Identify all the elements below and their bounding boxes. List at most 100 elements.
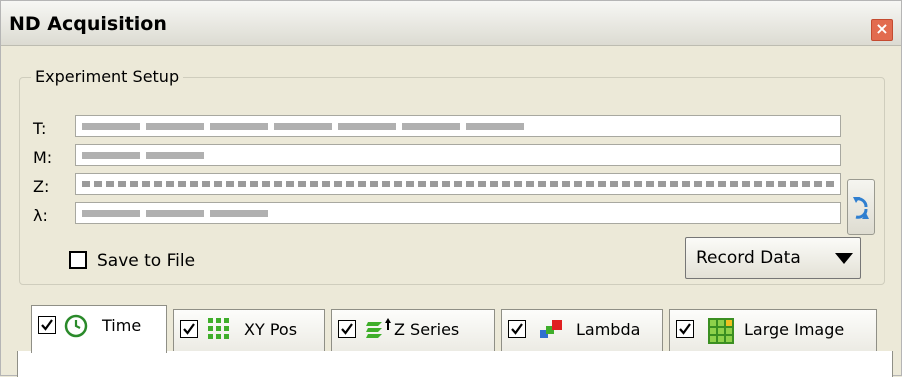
z-step	[610, 181, 618, 187]
z-track[interactable]	[75, 173, 841, 195]
z-step	[574, 181, 582, 187]
save-to-file-label: Save to File	[97, 251, 196, 271]
z-step	[250, 181, 258, 187]
close-icon: ×	[875, 19, 889, 38]
z-step	[334, 181, 342, 187]
refresh-button[interactable]	[847, 179, 875, 235]
z-step	[430, 181, 438, 187]
save-to-file-checkbox[interactable]	[69, 251, 87, 269]
z-step	[814, 181, 822, 187]
row-label-z: Z:	[33, 177, 50, 196]
z-step	[166, 181, 174, 187]
z-stack-icon	[366, 318, 391, 338]
z-step	[286, 181, 294, 187]
tab-large-image[interactable]: Large Image	[669, 309, 877, 351]
z-step	[502, 181, 510, 187]
z-step	[754, 181, 762, 187]
tab-lambda[interactable]: Lambda	[501, 309, 663, 351]
checkmark-icon	[511, 323, 523, 335]
grid-icon	[208, 318, 229, 339]
z-series-checkbox[interactable]	[338, 320, 356, 338]
refresh-icon	[853, 197, 869, 219]
m-segment	[82, 152, 140, 159]
z-step	[730, 181, 738, 187]
row-label-t: T:	[33, 119, 47, 138]
z-step	[214, 181, 222, 187]
tab-label-lambda: Lambda	[576, 320, 641, 339]
z-step	[346, 181, 354, 187]
window-title: ND Acquisition	[9, 13, 167, 35]
z-step	[442, 181, 450, 187]
z-step	[226, 181, 234, 187]
z-step	[742, 181, 750, 187]
t-segment	[82, 123, 140, 130]
z-step	[622, 181, 630, 187]
z-step	[718, 181, 726, 187]
large-image-icon	[708, 318, 734, 344]
z-step	[658, 181, 666, 187]
z-step	[586, 181, 594, 187]
experiment-setup-label: Experiment Setup	[31, 67, 184, 86]
z-step	[646, 181, 654, 187]
lambda-checkbox[interactable]	[508, 320, 526, 338]
z-step	[682, 181, 690, 187]
tab-xy-pos[interactable]: XY Pos	[173, 309, 325, 351]
z-step	[526, 181, 534, 187]
z-step	[670, 181, 678, 187]
lambda-track[interactable]	[75, 202, 841, 224]
z-step	[142, 181, 150, 187]
row-label-lambda: λ:	[33, 206, 48, 225]
z-step	[550, 181, 558, 187]
m-segment	[146, 152, 204, 159]
z-step	[370, 181, 378, 187]
z-step	[382, 181, 390, 187]
lambda-segment	[146, 210, 204, 217]
tab-z-series[interactable]: Z Series	[331, 309, 495, 351]
lambda-segment	[210, 210, 268, 217]
z-step	[466, 181, 474, 187]
clock-icon	[64, 314, 88, 338]
lambda-icon	[540, 320, 562, 338]
z-step	[310, 181, 318, 187]
tab-label-time: Time	[102, 316, 142, 335]
z-step	[118, 181, 126, 187]
tab-label-large-image: Large Image	[744, 320, 845, 339]
z-step	[634, 181, 642, 187]
time-checkbox[interactable]	[38, 316, 56, 334]
z-step	[82, 181, 90, 187]
z-step	[262, 181, 270, 187]
tab-time[interactable]: Time	[31, 305, 167, 353]
z-step	[406, 181, 414, 187]
z-step	[130, 181, 138, 187]
z-step	[694, 181, 702, 187]
t-segment	[466, 123, 524, 130]
z-step	[562, 181, 570, 187]
close-button[interactable]: ×	[871, 19, 893, 41]
z-step	[514, 181, 522, 187]
large-image-checkbox[interactable]	[676, 320, 694, 338]
z-step	[202, 181, 210, 187]
z-step	[538, 181, 546, 187]
z-step	[790, 181, 798, 187]
checkmark-icon	[341, 323, 353, 335]
m-track[interactable]	[75, 144, 841, 166]
checkmark-icon	[41, 319, 53, 331]
lambda-segment	[82, 210, 140, 217]
z-step	[802, 181, 810, 187]
t-segment	[274, 123, 332, 130]
record-data-button[interactable]: Record Data	[685, 237, 861, 279]
z-step	[826, 181, 834, 187]
xy-pos-checkbox[interactable]	[180, 320, 198, 338]
z-step	[358, 181, 366, 187]
row-label-m: M:	[33, 148, 53, 167]
record-data-label: Record Data	[696, 248, 801, 268]
z-step	[394, 181, 402, 187]
t-segment	[402, 123, 460, 130]
checkmark-icon	[679, 323, 691, 335]
z-step	[490, 181, 498, 187]
t-segment	[210, 123, 268, 130]
checkmark-icon	[183, 323, 195, 335]
z-step	[298, 181, 306, 187]
t-track[interactable]	[75, 115, 841, 137]
z-step	[274, 181, 282, 187]
